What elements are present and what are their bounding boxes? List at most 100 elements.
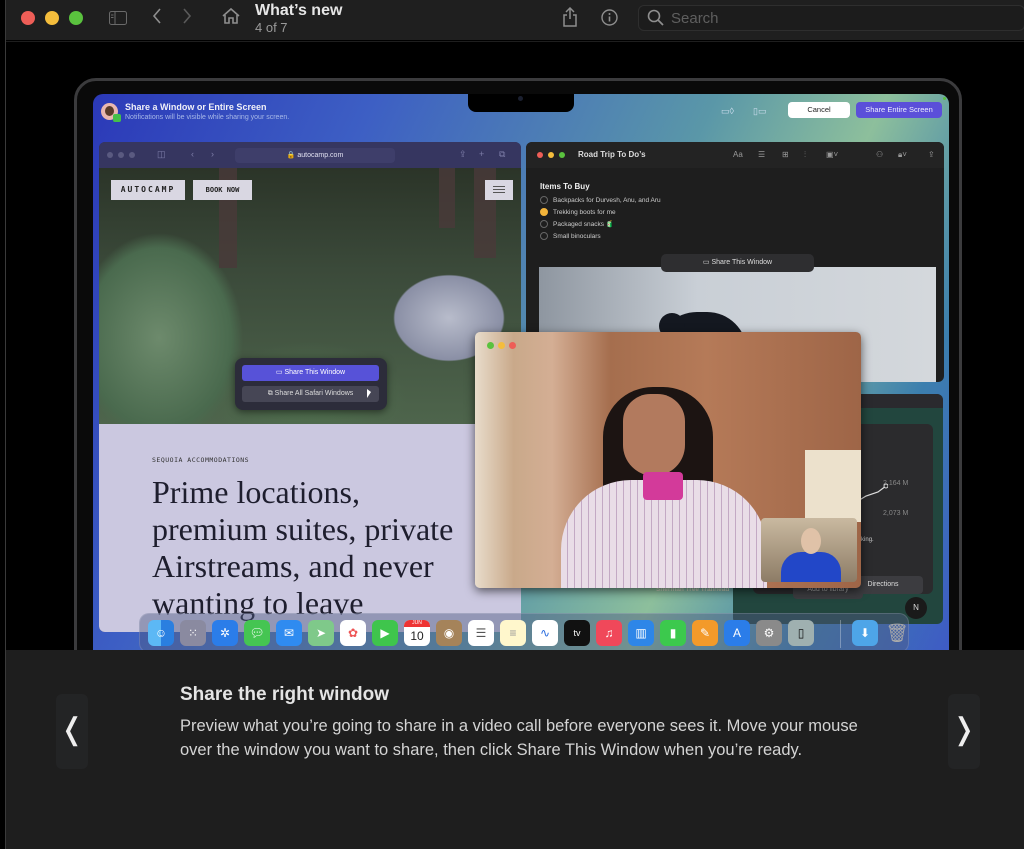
photos-icon: ✿: [340, 620, 366, 646]
webpage-content: SEQUOIA ACCOMMODATIONS Prime locations, …: [99, 424, 521, 632]
self-view-video: [761, 518, 857, 582]
sidebar-icon: [109, 11, 127, 25]
cancel-button: Cancel: [788, 102, 850, 118]
launchpad-icon: ⁙: [180, 620, 206, 646]
system-settings-icon: ⚙: [756, 620, 782, 646]
media-icon: ▣˅: [826, 150, 839, 159]
share-icon: [563, 6, 577, 27]
share-all-safari-windows-button: ⧉ Share All Safari Windows: [242, 386, 379, 402]
trash-icon: 🗑︎: [885, 623, 909, 643]
forest-photo: AUTOCAMP BOOK NOW ▭ Share This Window ⧉ …: [99, 168, 521, 424]
share-icon: ⇪: [928, 150, 935, 159]
music-icon: ♫: [596, 620, 622, 646]
back-icon: [152, 8, 161, 24]
calendar-icon: JUN 10: [404, 620, 430, 646]
checklist-heading: Items To Buy: [540, 182, 590, 191]
camera-notch: [468, 94, 574, 112]
downloads-folder-icon: ⬇: [852, 620, 878, 646]
forward-button[interactable]: [182, 8, 192, 27]
safari-window: ◫ ‹ › 🔒 autocamp.com ⇪ + ⧉ AUTOCAMP BOOK…: [99, 142, 521, 632]
home-icon: [222, 7, 240, 24]
laptop-frame: Share a Window or Entire Screen Notifica…: [74, 78, 962, 650]
webpage-headline: Prime locations, premium suites, private…: [152, 474, 454, 621]
camera-indicator: [943, 97, 946, 100]
share-entire-screen-button: Share Entire Screen: [856, 102, 942, 118]
forward-icon: ›: [211, 149, 214, 159]
avatar: [101, 103, 121, 122]
lamp: [805, 450, 861, 522]
maps-icon: ➤: [308, 620, 334, 646]
share-this-window-button: ▭ Share This Window: [661, 254, 814, 272]
share-button[interactable]: [562, 6, 578, 30]
tip-body: Preview what you’re going to share in a …: [180, 717, 858, 759]
keynote-icon: ▥: [628, 620, 654, 646]
checklist-item: Trekking boots for me: [540, 208, 616, 216]
tip-title: Share the right window: [180, 684, 390, 705]
minimize-button[interactable]: [45, 11, 59, 25]
audio-icon: ⫶: [804, 150, 806, 159]
toolbar: What’s new 4 of 7: [6, 0, 1024, 41]
autocamp-logo: AUTOCAMP: [111, 180, 185, 200]
note-title: Road Trip To Do’s: [578, 150, 646, 159]
home-button[interactable]: [221, 7, 241, 28]
collaborate-icon: ⚇: [876, 150, 884, 159]
feature-illustration: Share a Window or Entire Screen Notifica…: [6, 42, 1024, 650]
notes-toolbar: Road Trip To Do’s Aa ☰ ⊞ ⫶ ▣˅ ⚇ 🔒︎˅ ⇪: [526, 142, 944, 168]
checklist-item: Small binoculars: [540, 232, 601, 240]
safari-icon: ✲: [212, 620, 238, 646]
hamburger-menu-icon: [485, 180, 513, 200]
share-bar-title: Share a Window or Entire Screen: [125, 102, 267, 112]
next-tip-button[interactable]: ❭: [948, 694, 980, 769]
checklist-item: Backpacks for Durvesh, Anu, and Aru: [540, 196, 661, 204]
tip-panel: ❬ Share the right window Preview what yo…: [6, 650, 1024, 849]
window-title: What’s new: [255, 2, 343, 19]
facetime-window: [475, 332, 861, 588]
back-icon: ‹: [191, 149, 194, 159]
checklist-item: Packaged snacks 🧃: [540, 220, 614, 228]
sidebar-toggle-button[interactable]: [109, 10, 127, 28]
pages-icon: ✎: [692, 620, 718, 646]
lock-icon: 🔒︎˅: [898, 150, 907, 159]
page-indicator: 4 of 7: [255, 20, 288, 35]
back-button[interactable]: [152, 8, 162, 27]
notes-icon: ≡: [500, 620, 526, 646]
safari-toolbar: ◫ ‹ › 🔒 autocamp.com ⇪ + ⧉: [99, 142, 521, 168]
new-tab-icon: +: [479, 149, 485, 159]
share-bar-subtitle: Notifications will be visible while shar…: [125, 114, 290, 121]
freeform-icon: ∿: [532, 620, 558, 646]
format-icon: Aa: [733, 150, 743, 159]
tv-icon: tv: [564, 620, 590, 646]
share-this-window-button: ▭ Share This Window: [242, 365, 379, 381]
facetime-icon: ▶: [372, 620, 398, 646]
contacts-icon: ◉: [436, 620, 462, 646]
window-mode-icon: ▭◊: [721, 106, 734, 116]
layout-mode-icon: ▯▭: [753, 106, 767, 116]
mail-icon: ✉: [276, 620, 302, 646]
dock: ☺ ⁙ ✲ 💬︎ ✉ ➤ ✿ ▶ JUN 10 ◉ ☰ ≡ ∿ tv ♫ ▥ ▮…: [139, 613, 909, 650]
book-now-button: BOOK NOW: [193, 180, 252, 200]
previous-tip-button[interactable]: ❬: [56, 694, 88, 769]
iphone-mirroring-icon: ▯: [788, 620, 814, 646]
app-store-icon: A: [724, 620, 750, 646]
reminders-icon: ☰: [468, 620, 494, 646]
address-bar: 🔒 autocamp.com: [235, 148, 395, 163]
finder-icon: ☺: [148, 620, 174, 646]
facetime-badge-icon: [113, 114, 121, 122]
checklist-icon: ☰: [758, 150, 766, 159]
info-button[interactable]: [601, 9, 618, 29]
mouse-pointer-icon: [367, 389, 371, 398]
laptop-screen: Share a Window or Entire Screen Notifica…: [93, 94, 949, 650]
share-window-popover: ▭ Share This Window ⧉ Share All Safari W…: [235, 358, 387, 410]
forward-icon: [183, 8, 192, 24]
search-field[interactable]: [638, 5, 1024, 31]
table-icon: ⊞: [782, 150, 789, 159]
search-icon: [647, 9, 664, 26]
compass-icon: N: [905, 597, 927, 619]
share-icon: ⇪: [459, 149, 467, 159]
tabs-icon: ⧉: [499, 149, 506, 159]
zoom-button[interactable]: [69, 11, 83, 25]
section-eyebrow: SEQUOIA ACCOMMODATIONS: [152, 456, 250, 464]
info-icon: [601, 9, 618, 26]
search-input[interactable]: [671, 8, 1011, 28]
close-button[interactable]: [21, 11, 35, 25]
